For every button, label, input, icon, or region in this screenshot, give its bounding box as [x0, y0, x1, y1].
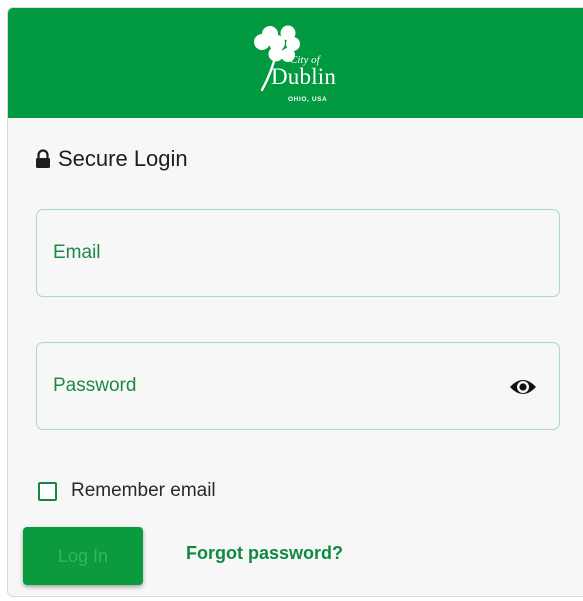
- page-title: Secure Login: [58, 146, 188, 171]
- email-input[interactable]: [53, 210, 493, 296]
- password-input[interactable]: [53, 343, 493, 429]
- password-field-container: [36, 342, 560, 430]
- city-logo: City of Dublin OHIO, USA: [248, 20, 358, 112]
- logo-name: Dublin: [271, 64, 337, 89]
- login-title-row: Secure Login: [34, 144, 188, 174]
- lock-icon: [36, 149, 50, 168]
- remember-email-label[interactable]: Remember email: [71, 480, 216, 502]
- remember-email-row[interactable]: Remember email: [38, 480, 216, 502]
- login-card: City of Dublin OHIO, USA Secure Login Re…: [7, 7, 583, 597]
- remember-email-checkbox[interactable]: [38, 481, 57, 501]
- header-banner: City of Dublin OHIO, USA: [8, 8, 583, 118]
- forgot-password-link[interactable]: Forgot password?: [186, 543, 343, 564]
- login-button[interactable]: Log In: [23, 527, 143, 585]
- email-field-container: [36, 209, 560, 297]
- eye-icon[interactable]: [509, 376, 537, 398]
- logo-subtext: OHIO, USA: [288, 96, 328, 103]
